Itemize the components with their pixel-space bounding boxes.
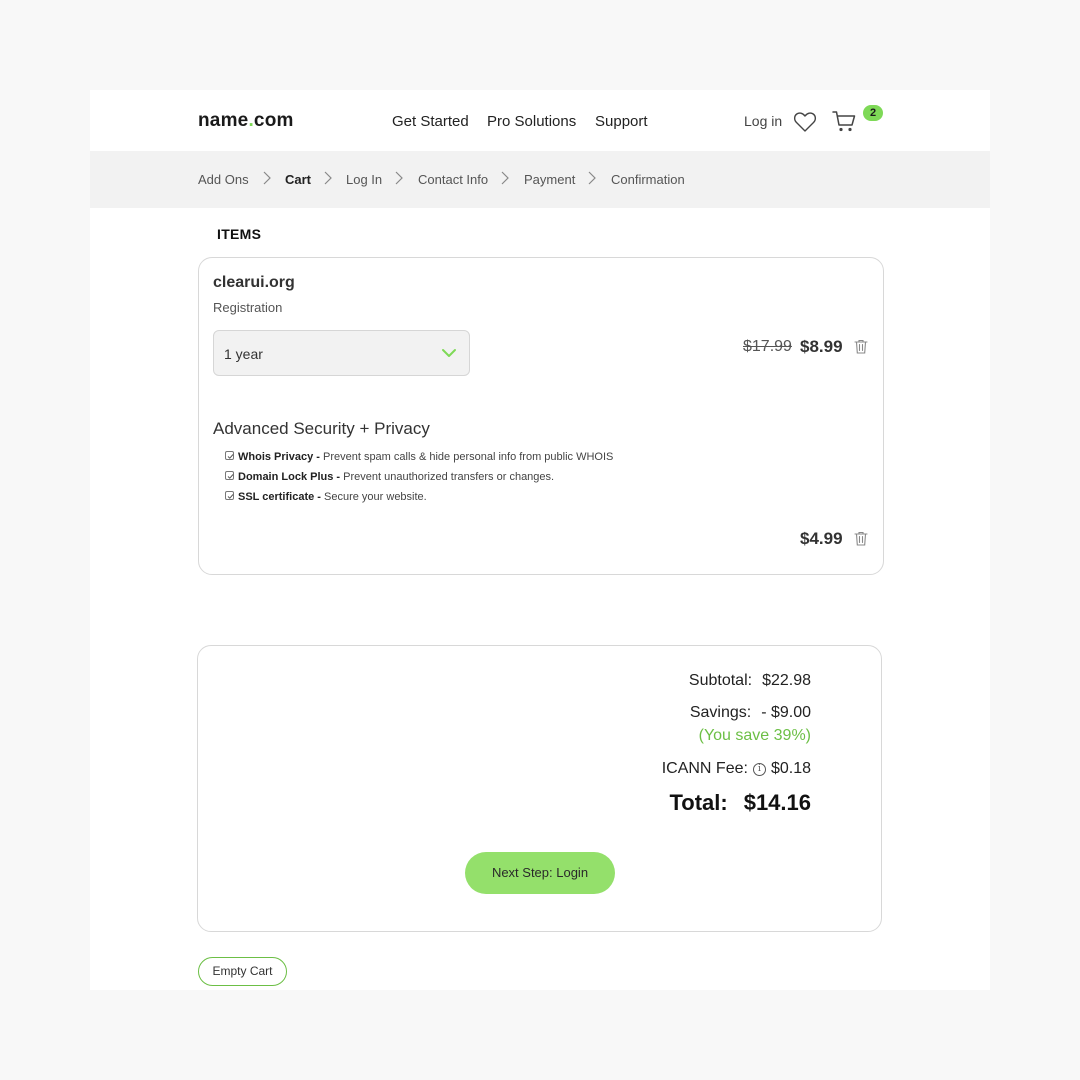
icann-fee-row: ICANN Fee: i $0.18 — [662, 760, 811, 778]
items-heading: ITEMS — [217, 226, 262, 242]
cart-page: name.com Get Started Pro Solutions Suppo… — [90, 90, 990, 990]
step-log-in[interactable]: Log In — [346, 172, 382, 187]
next-step-login-button[interactable]: Next Step: Login — [465, 852, 615, 894]
step-confirmation[interactable]: Confirmation — [611, 172, 685, 187]
nav-pro-solutions[interactable]: Pro Solutions — [487, 113, 576, 130]
feature-whois-privacy: Whois Privacy - Prevent spam calls & hid… — [225, 451, 613, 463]
checkbox-checked-icon — [225, 471, 234, 480]
cart-icon[interactable] — [832, 109, 856, 133]
total-row: Total: $14.16 — [669, 790, 811, 816]
heart-icon[interactable] — [793, 111, 817, 133]
feature-desc: Secure your website. — [320, 491, 427, 503]
empty-cart-button[interactable]: Empty Cart — [198, 957, 287, 986]
subtotal-row: Subtotal: $22.98 — [689, 672, 811, 690]
cart-item-card: clearui.org Registration 1 year $17.99 $… — [198, 257, 884, 575]
chevron-right-icon — [395, 171, 403, 185]
step-contact-info[interactable]: Contact Info — [418, 172, 488, 187]
feature-desc: Prevent unauthorized transfers or change… — [340, 471, 555, 483]
chevron-right-icon — [588, 171, 596, 185]
nav-get-started[interactable]: Get Started — [392, 113, 469, 130]
total-value: $14.16 — [743, 790, 811, 815]
savings-row: Savings: - $9.00 — [690, 704, 811, 722]
logo-com: com — [253, 110, 294, 131]
checkout-breadcrumb: Add Ons Cart Log In Contact Info Payment… — [90, 151, 990, 208]
chevron-down-icon — [442, 349, 456, 357]
subtotal-value: $22.98 — [762, 672, 811, 689]
checkbox-checked-icon — [225, 491, 234, 500]
trash-icon[interactable] — [854, 339, 868, 354]
nav-support[interactable]: Support — [595, 113, 648, 130]
checkbox-checked-icon — [225, 451, 234, 460]
feature-desc: Prevent spam calls & hide personal info … — [319, 451, 614, 463]
info-icon[interactable]: i — [752, 763, 766, 776]
savings-value: - $9.00 — [761, 704, 811, 721]
term-select-value: 1 year — [224, 346, 263, 362]
site-header: name.com Get Started Pro Solutions Suppo… — [90, 90, 990, 151]
feature-domain-lock-plus: Domain Lock Plus - Prevent unauthorized … — [225, 471, 554, 483]
chevron-right-icon — [263, 171, 271, 185]
trash-icon[interactable] — [854, 531, 868, 546]
step-payment[interactable]: Payment — [524, 172, 575, 187]
savings-percent: (You save 39%) — [698, 727, 811, 744]
chevron-right-icon — [324, 171, 332, 185]
term-select[interactable]: 1 year — [213, 330, 470, 376]
feature-name: Domain Lock Plus - — [238, 471, 341, 483]
feature-name: Whois Privacy - — [238, 451, 320, 463]
domain-name: clearui.org — [213, 274, 295, 291]
addon-price: $4.99 — [800, 529, 843, 548]
chevron-right-icon — [501, 171, 509, 185]
original-price: $17.99 — [743, 338, 792, 355]
step-add-ons[interactable]: Add Ons — [198, 172, 249, 187]
order-summary: Subtotal: $22.98 Savings: - $9.00 (You sav… — [197, 645, 882, 932]
item-price: $8.99 — [800, 337, 843, 356]
feature-name: SSL certificate - — [238, 491, 321, 503]
addon-title: Advanced Security + Privacy — [213, 419, 430, 438]
logo-name: name — [198, 110, 249, 131]
item-type: Registration — [213, 300, 283, 315]
feature-ssl-certificate: SSL certificate - Secure your website. — [225, 491, 427, 503]
step-cart[interactable]: Cart — [285, 172, 311, 187]
icann-fee-label: ICANN Fee: — [661, 760, 748, 777]
total-label: Total: — [669, 790, 728, 815]
icann-fee-value: $0.18 — [770, 760, 811, 777]
login-link[interactable]: Log in — [744, 113, 782, 129]
subtotal-label: Subtotal: — [688, 672, 753, 689]
logo[interactable]: name.com — [198, 110, 294, 132]
savings-label: Savings: — [689, 704, 752, 721]
cart-count-badge: 2 — [863, 105, 883, 121]
